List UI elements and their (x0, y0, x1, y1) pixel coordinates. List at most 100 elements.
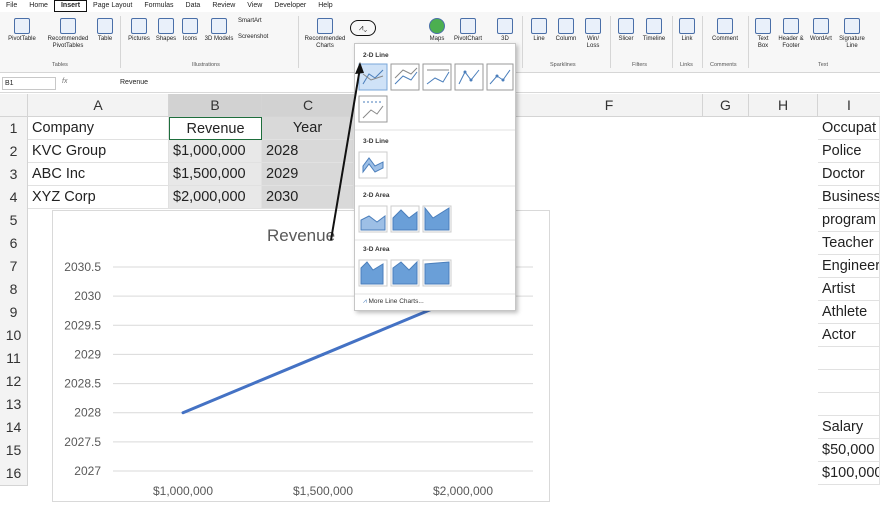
column-header-c[interactable]: C (262, 94, 355, 117)
maps-button[interactable]: Maps (426, 18, 448, 43)
cell-i11[interactable] (818, 347, 880, 370)
menu-file[interactable]: File (0, 0, 23, 12)
shapes-button[interactable]: Shapes (154, 18, 178, 43)
thumb-stacked-line[interactable] (390, 63, 420, 91)
thumb-line-selected[interactable] (358, 63, 388, 91)
cell-a2[interactable]: KVC Group (28, 140, 169, 163)
cell-a4[interactable]: XYZ Corp (28, 186, 169, 209)
pivottable-button[interactable]: PivotTable (4, 18, 40, 43)
3d-map-button[interactable]: 3D (496, 18, 514, 43)
thumb-line-markers[interactable] (454, 63, 484, 91)
thumb-100-stacked-area[interactable] (422, 205, 452, 233)
column-header-b[interactable]: B (169, 94, 262, 117)
cell-i8[interactable]: Artist (818, 278, 880, 301)
row-header-16[interactable]: 16 (0, 462, 28, 486)
thumb-3d-100-stacked-area[interactable] (422, 259, 452, 287)
column-header-h[interactable]: H (749, 94, 818, 117)
thumb-100-stacked-line-markers[interactable] (358, 95, 388, 123)
cell-i16[interactable]: $100,000 (818, 462, 880, 485)
column-header-i[interactable]: I (818, 94, 880, 117)
thumb-3d-line[interactable] (358, 151, 388, 179)
row-header-14[interactable]: 14 (0, 416, 28, 440)
text-box-button[interactable]: Text Box (752, 18, 774, 50)
row-header-9[interactable]: 9 (0, 301, 28, 325)
screenshot-button[interactable]: Screenshot (238, 34, 288, 41)
function-icon[interactable]: fx (62, 78, 67, 85)
menu-page-layout[interactable]: Page Layout (87, 0, 138, 12)
wordart-button[interactable]: WordArt (808, 18, 834, 43)
row-header-11[interactable]: 11 (0, 347, 28, 371)
row-header-2[interactable]: 2 (0, 140, 28, 164)
row-header-7[interactable]: 7 (0, 255, 28, 279)
cell-a3[interactable]: ABC Inc (28, 163, 169, 186)
slicer-button[interactable]: Slicer (614, 18, 638, 43)
cell-i9[interactable]: Athlete (818, 301, 880, 324)
menu-developer[interactable]: Developer (268, 0, 312, 12)
thumb-stacked-line-markers[interactable] (486, 63, 514, 91)
row-header-10[interactable]: 10 (0, 324, 28, 348)
cell-c4[interactable]: 2030 (262, 186, 354, 209)
sparkline-column-button[interactable]: Column (552, 18, 580, 43)
menu-insert[interactable]: Insert (53, 0, 88, 12)
more-line-charts-link[interactable]: ⩘ More Line Charts... (363, 298, 424, 306)
cell-c3[interactable]: 2029 (262, 163, 354, 186)
header-footer-button[interactable]: Header & Footer (776, 18, 806, 50)
signature-line-button[interactable]: Signature Line (836, 18, 868, 50)
cell-b1[interactable]: Revenue (169, 117, 262, 140)
3d-models-button[interactable]: 3D Models (204, 18, 234, 43)
cell-i7[interactable]: Engineer (818, 255, 880, 278)
cell-i5[interactable]: program (818, 209, 880, 232)
column-header-a[interactable]: A (28, 94, 169, 117)
column-header-f[interactable]: F (516, 94, 703, 117)
menu-home[interactable]: Home (23, 0, 54, 12)
row-header-15[interactable]: 15 (0, 439, 28, 463)
recommended-pivottables-button[interactable]: Recommended PivotTables (42, 18, 94, 50)
recommended-charts-button[interactable]: Recommended Charts (302, 18, 348, 50)
thumb-100-stacked-line[interactable] (422, 63, 452, 91)
row-header-12[interactable]: 12 (0, 370, 28, 394)
link-button[interactable]: Link (676, 18, 698, 43)
thumb-3d-stacked-area[interactable] (390, 259, 420, 287)
cell-a1[interactable]: Company (28, 117, 169, 140)
sparkline-winloss-button[interactable]: Win/ Loss (582, 18, 604, 50)
menu-help[interactable]: Help (312, 0, 338, 12)
menu-review[interactable]: Review (206, 0, 241, 12)
menu-data[interactable]: Data (180, 0, 207, 12)
thumb-area[interactable] (358, 205, 388, 233)
formula-input[interactable]: Revenue (120, 77, 148, 88)
cell-i3[interactable]: Doctor (818, 163, 880, 186)
row-header-4[interactable]: 4 (0, 186, 28, 210)
cell-i13[interactable] (818, 393, 880, 416)
cell-i14[interactable]: Salary (818, 416, 880, 439)
cell-b2[interactable]: $1,000,000 (169, 140, 262, 163)
cell-c2[interactable]: 2028 (262, 140, 354, 163)
select-all-corner[interactable] (0, 94, 28, 117)
menu-formulas[interactable]: Formulas (138, 0, 179, 12)
smartart-button[interactable]: SmartArt (238, 18, 278, 25)
cell-i12[interactable] (818, 370, 880, 393)
cell-b3[interactable]: $1,500,000 (169, 163, 262, 186)
thumb-stacked-area[interactable] (390, 205, 420, 233)
cell-i2[interactable]: Police (818, 140, 880, 163)
column-header-g[interactable]: G (703, 94, 749, 117)
cell-b4[interactable]: $2,000,000 (169, 186, 262, 209)
icons-button[interactable]: Icons (180, 18, 200, 43)
row-header-3[interactable]: 3 (0, 163, 28, 187)
row-header-1[interactable]: 1 (0, 117, 28, 141)
cell-c1[interactable]: Year (262, 117, 354, 140)
cell-i6[interactable]: Teacher (818, 232, 880, 255)
menu-view[interactable]: View (241, 0, 268, 12)
line-chart-dropdown-button[interactable]: ⩘⌄ (350, 20, 376, 36)
sparkline-line-button[interactable]: Line (528, 18, 550, 43)
comment-button[interactable]: Comment (706, 18, 744, 43)
cell-i10[interactable]: Actor (818, 324, 880, 347)
cell-i1[interactable]: Occupat (818, 117, 880, 140)
thumb-3d-area[interactable] (358, 259, 388, 287)
row-header-8[interactable]: 8 (0, 278, 28, 302)
row-header-5[interactable]: 5 (0, 209, 28, 233)
cell-i15[interactable]: $50,000 (818, 439, 880, 462)
table-button[interactable]: Table (94, 18, 116, 43)
pivotchart-button[interactable]: PivotChart (450, 18, 486, 43)
row-header-6[interactable]: 6 (0, 232, 28, 256)
timeline-button[interactable]: Timeline (640, 18, 668, 43)
